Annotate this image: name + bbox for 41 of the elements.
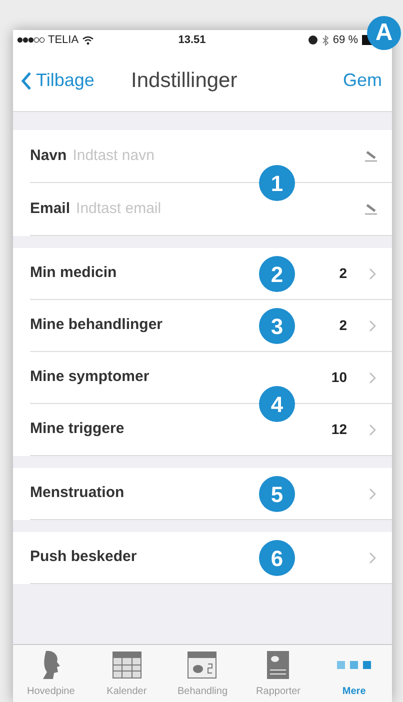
count-value: 12	[331, 420, 347, 439]
count-value: 2	[339, 264, 347, 283]
count-value: 2	[339, 316, 347, 335]
report-icon	[266, 650, 290, 680]
save-button[interactable]: Gem	[342, 67, 384, 94]
battery-percent: 69 %	[332, 32, 358, 48]
field-label: Email	[30, 198, 70, 219]
field-label: Navn	[30, 146, 67, 166]
tab-bar-item[interactable]: Hovedpine	[13, 645, 89, 702]
marker-badge: 6	[259, 540, 295, 576]
chevron-right-icon	[369, 320, 376, 332]
marker-badge: 3	[259, 308, 295, 344]
tab-bar-item[interactable]: Mere	[316, 645, 392, 702]
pencil-icon	[364, 203, 378, 215]
back-button[interactable]: Tilbage	[21, 67, 131, 94]
chevron-right-icon	[369, 372, 376, 384]
pencil-icon	[364, 150, 378, 162]
marker-badge: A	[367, 16, 401, 50]
marker-badge: 1	[259, 165, 295, 201]
calendar-icon	[112, 651, 142, 679]
carrier-name: TELIA	[48, 32, 79, 48]
tab-bar-item[interactable]: Behandling	[164, 645, 240, 702]
chevron-right-icon	[369, 268, 376, 280]
tab-bar-item[interactable]: Rapporter	[240, 645, 316, 702]
marker-badge: 5	[259, 476, 295, 512]
tab-bar-item[interactable]: Kalender	[88, 645, 165, 702]
screen-title: Indstillinger	[131, 68, 238, 94]
marker-badge: 2	[259, 256, 295, 292]
wifi-icon	[82, 36, 94, 44]
pill-calendar-icon	[187, 651, 218, 679]
chevron-right-icon	[369, 424, 376, 436]
bluetooth-icon	[322, 34, 329, 46]
chevron-right-icon	[369, 552, 376, 564]
more-squares-icon	[337, 660, 372, 670]
text-field[interactable]: Indtast navn	[72, 144, 358, 168]
signal-dots-icon	[17, 37, 45, 43]
marker-badge: 4	[259, 386, 295, 422]
count-value: 10	[331, 368, 347, 387]
chevron-left-icon	[21, 72, 32, 90]
chevron-right-icon	[369, 488, 376, 500]
status-time: 13.51	[177, 32, 207, 48]
